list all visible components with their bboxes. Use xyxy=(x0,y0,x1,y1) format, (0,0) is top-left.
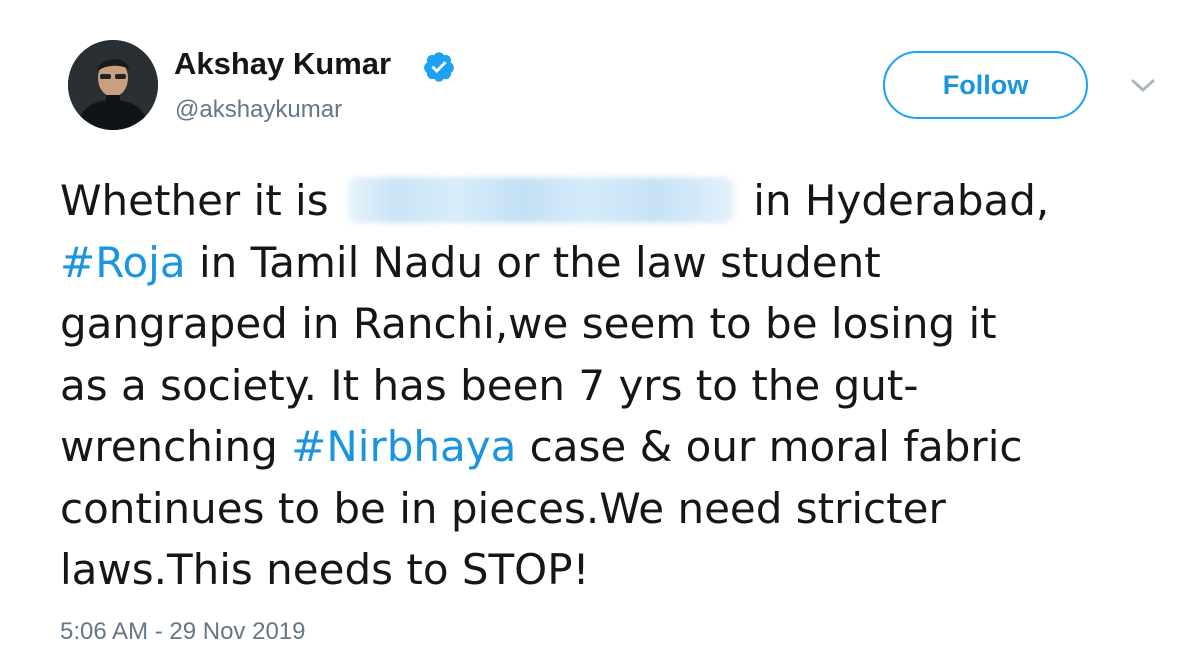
profile-photo xyxy=(68,40,158,130)
chevron-down-icon[interactable] xyxy=(1130,78,1156,94)
display-name[interactable]: Akshay Kumar xyxy=(174,46,391,82)
hashtag-link-roja[interactable]: #Roja xyxy=(60,238,186,287)
hashtag-link-nirbhaya[interactable]: #Nirbhaya xyxy=(291,422,516,471)
user-handle[interactable]: @akshaykumar xyxy=(175,96,342,124)
avatar[interactable] xyxy=(68,40,158,130)
verified-badge-icon xyxy=(424,52,454,82)
tweet-text-segment: in Hyderabad, xyxy=(739,176,1050,225)
tweet-text-segment: case & our moral fabric xyxy=(516,422,1023,471)
tweet-line: as a society. It has been 7 yrs to the g… xyxy=(60,360,919,410)
tweet-line: wrenching #Nirbhaya case & our moral fab… xyxy=(60,416,1170,478)
tweet-line: continues to be in pieces.We need strict… xyxy=(60,483,946,533)
tweet-line: Whether it is in Hyderabad, xyxy=(60,170,1170,232)
follow-button[interactable]: Follow xyxy=(883,51,1088,119)
tweet-text-segment: wrenching xyxy=(60,422,292,471)
tweet-card: Akshay Kumar @akshaykumar Follow Whether… xyxy=(0,0,1200,667)
tweet-text-segment: in Tamil Nadu or the law student xyxy=(185,237,881,287)
tweet-text: Whether it is in Hyderabad, #Roja in Tam… xyxy=(60,170,1170,601)
tweet-line: laws.This needs to STOP! xyxy=(60,545,590,594)
tweet-text-segment: Whether it is xyxy=(60,176,342,225)
tweet-line: #Roja in Tamil Nadu or the law student xyxy=(60,232,1170,294)
tweet-line: gangraped in Ranchi,we seem to be losing… xyxy=(60,299,997,348)
tweet-timestamp[interactable]: 5:06 AM - 29 Nov 2019 xyxy=(60,618,305,646)
blurred-hashtag[interactable] xyxy=(347,177,734,223)
